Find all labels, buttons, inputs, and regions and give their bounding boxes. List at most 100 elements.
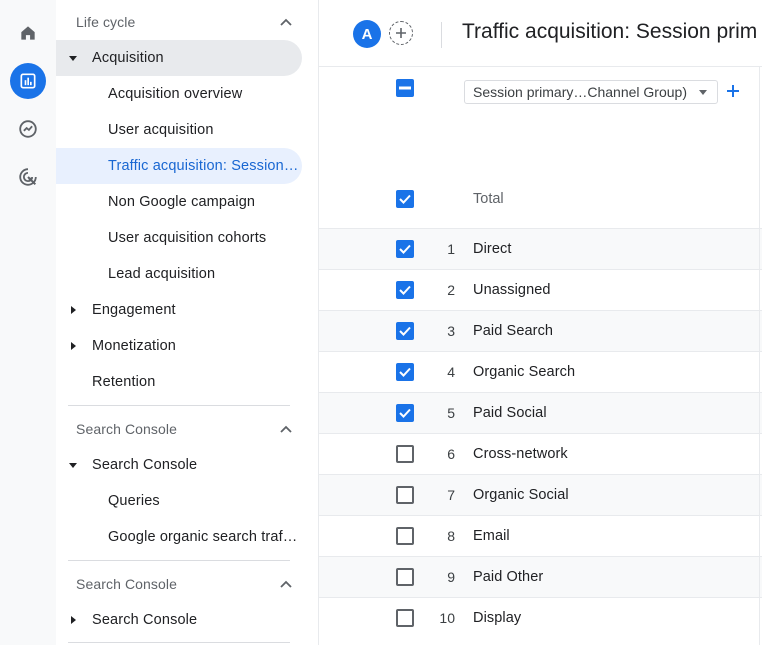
nav-item-label: Monetization [92, 338, 177, 354]
plus-icon [727, 85, 739, 97]
nav-item-non-google-campaign[interactable]: Non Google campaign [56, 184, 302, 220]
nav-item-label: Acquisition overview [108, 86, 243, 102]
nav-item-user-acquisition[interactable]: User acquisition [56, 112, 302, 148]
nav-item-traffic-acquisition[interactable]: Traffic acquisition: Session… [56, 148, 302, 184]
nav-item-label: Retention [92, 374, 156, 390]
row-number: 5 [447, 405, 455, 421]
nav-item-lead-acquisition[interactable]: Lead acquisition [56, 256, 302, 292]
row-number: 4 [447, 364, 455, 380]
checkmark-icon [399, 244, 411, 254]
row-checkbox[interactable] [396, 445, 414, 463]
row-checkbox[interactable] [396, 609, 414, 627]
advertising-icon[interactable] [10, 159, 46, 195]
section-divider [68, 405, 290, 406]
section-title: Search Console [76, 576, 178, 592]
table-row[interactable]: 8 Email [319, 515, 762, 556]
dimension-dropdown[interactable]: Session primary…Channel Group) [464, 80, 718, 104]
checkmark-icon [399, 326, 411, 336]
nav-item-engagement[interactable]: Engagement [56, 292, 302, 328]
row-number: 7 [447, 487, 455, 503]
nav-item-monetization[interactable]: Monetization [56, 328, 302, 364]
nav-item-queries[interactable]: Queries [56, 483, 302, 519]
nav-item-label: User acquisition cohorts [108, 230, 267, 246]
plus-icon [396, 28, 406, 38]
row-label: Paid Search [473, 323, 554, 339]
column-divider [759, 66, 760, 645]
nav-item-label: Acquisition [92, 50, 164, 66]
caret-right-icon [66, 613, 80, 627]
section-header-search-console[interactable]: Search Console [76, 411, 296, 447]
row-number: 10 [439, 610, 455, 626]
table-row[interactable]: 10 Display [319, 597, 762, 638]
dropdown-arrow-icon [699, 90, 707, 95]
report-navigation: Life cycle Acquisition Acquisition overv… [56, 0, 318, 645]
table-row[interactable]: 4 Organic Search [319, 351, 762, 392]
caret-right-icon [66, 339, 80, 353]
page-title: Traffic acquisition: Session prim [462, 20, 758, 43]
explore-icon[interactable] [10, 111, 46, 147]
add-dimension-button[interactable] [723, 81, 743, 101]
checkmark-icon [399, 367, 411, 377]
section-divider [68, 642, 290, 643]
section-title: Search Console [76, 421, 178, 437]
checkmark-icon [399, 285, 411, 295]
row-checkbox[interactable] [396, 363, 414, 381]
checkmark-icon [399, 408, 411, 418]
row-checkbox[interactable] [396, 568, 414, 586]
table-row[interactable]: 5 Paid Social [319, 392, 762, 433]
nav-item-search-console-2[interactable]: Search Console [56, 602, 302, 638]
caret-down-icon [66, 458, 80, 472]
row-label: Organic Search [473, 364, 576, 380]
nav-item-acquisition-overview[interactable]: Acquisition overview [56, 76, 302, 112]
table-row[interactable]: 9 Paid Other [319, 556, 762, 597]
row-label: Email [473, 528, 510, 544]
report-main: A Traffic acquisition: Session prim Sess… [318, 0, 762, 645]
nav-item-label: Lead acquisition [108, 266, 216, 282]
chevron-up-icon[interactable] [276, 574, 296, 594]
nav-item-label: User acquisition [108, 122, 214, 138]
nav-item-label: Search Console [92, 457, 198, 473]
table-row[interactable]: 2 Unassigned [319, 269, 762, 310]
section-header-life-cycle[interactable]: Life cycle [76, 4, 296, 40]
add-comparison-button[interactable] [389, 21, 413, 45]
total-checkbox[interactable] [396, 190, 414, 208]
row-number: 8 [447, 528, 455, 544]
reports-icon[interactable] [10, 63, 46, 99]
section-header-search-console-2[interactable]: Search Console [76, 566, 296, 602]
nav-item-retention[interactable]: Retention [56, 364, 302, 400]
nav-item-label: Traffic acquisition: Session… [108, 158, 299, 174]
chevron-up-icon[interactable] [276, 12, 296, 32]
section-divider [68, 560, 290, 561]
row-checkbox[interactable] [396, 240, 414, 258]
nav-item-label: Google organic search traf… [108, 529, 298, 545]
row-label: Unassigned [473, 282, 551, 298]
row-label: Organic Social [473, 487, 569, 503]
table-row[interactable]: 6 Cross-network [319, 433, 762, 474]
report-header: A Traffic acquisition: Session prim [319, 0, 762, 67]
row-checkbox[interactable] [396, 486, 414, 504]
row-number: 1 [447, 241, 455, 257]
row-checkbox[interactable] [396, 527, 414, 545]
row-label: Cross-network [473, 446, 568, 462]
nav-item-search-console[interactable]: Search Console [56, 447, 302, 483]
row-checkbox[interactable] [396, 322, 414, 340]
row-checkbox[interactable] [396, 404, 414, 422]
chevron-up-icon[interactable] [276, 419, 296, 439]
row-label: Direct [473, 241, 512, 257]
nav-item-user-acquisition-cohorts[interactable]: User acquisition cohorts [56, 220, 302, 256]
home-icon[interactable] [10, 15, 46, 51]
nav-item-acquisition[interactable]: Acquisition [56, 40, 302, 76]
row-checkbox[interactable] [396, 281, 414, 299]
row-label: Paid Other [473, 569, 544, 585]
caret-down-icon [66, 51, 80, 65]
nav-item-google-organic-search-traffic[interactable]: Google organic search traf… [56, 519, 302, 555]
nav-item-label: Queries [108, 493, 160, 509]
table-row[interactable]: 3 Paid Search [319, 310, 762, 351]
row-number: 9 [447, 569, 455, 585]
row-number: 6 [447, 446, 455, 462]
comparison-avatar[interactable]: A [353, 20, 381, 48]
row-label: Paid Social [473, 405, 547, 421]
table-row[interactable]: 7 Organic Social [319, 474, 762, 515]
select-all-checkbox[interactable] [396, 79, 414, 97]
table-row[interactable]: 1 Direct [319, 228, 762, 269]
